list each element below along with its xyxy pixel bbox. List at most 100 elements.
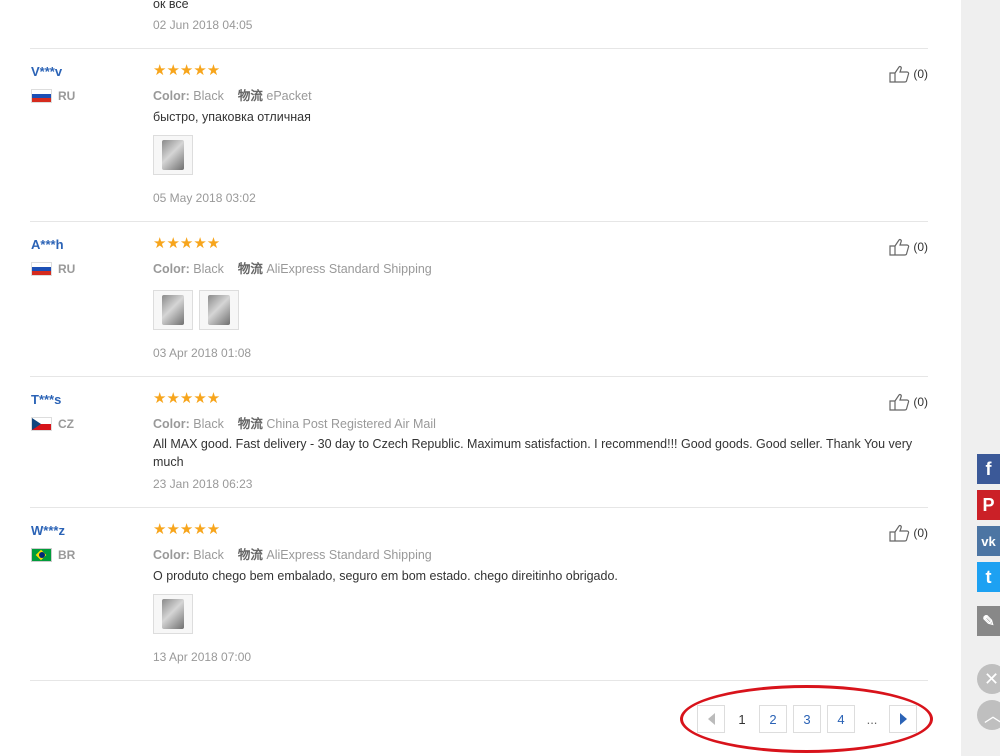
country-code: RU	[58, 89, 76, 103]
shipping-value: AliExpress Standard Shipping	[266, 262, 432, 276]
pinterest-icon: P	[982, 494, 995, 515]
review-attributes: Color: Black 物流 AliExpress Standard Shipp…	[153, 258, 432, 277]
review-text: All MAX good. Fast delivery - 30 day to …	[153, 437, 913, 469]
thumbs-up-icon	[889, 525, 910, 542]
color-value: Black	[193, 262, 224, 276]
page-link-2[interactable]: 2	[759, 705, 787, 733]
helpful-count: (0)	[913, 526, 928, 540]
rating-stars: ★★★★★	[153, 521, 221, 538]
shipping-value: ePacket	[266, 89, 312, 103]
review-attributes: Color: Black 物流 AliExpress Standard Shipp…	[153, 544, 432, 563]
thumbs-up-icon	[889, 66, 910, 83]
color-label: Color:	[153, 417, 190, 431]
color-label: Color:	[153, 548, 190, 562]
scroll-top-button[interactable]: ︿	[977, 700, 1000, 730]
helpful-count: (0)	[913, 67, 928, 81]
photo-icon	[162, 140, 184, 170]
facebook-icon: f	[985, 458, 992, 479]
photo-icon	[162, 295, 184, 325]
rating-stars: ★★★★★	[153, 62, 221, 79]
review-item: T***s CZ ★★★★★ Color: Black 物流 China Post…	[30, 377, 928, 508]
review-image-thumb[interactable]	[153, 594, 193, 634]
reviewer-country: RU	[31, 262, 75, 276]
country-code: CZ	[58, 417, 74, 431]
shipping-label: 物流	[237, 262, 263, 276]
pagination: 1 2 3 4 ...	[697, 705, 917, 733]
page-link-3[interactable]: 3	[793, 705, 821, 733]
helpful-count: (0)	[913, 240, 928, 254]
chevron-up-icon: ︿	[984, 702, 1000, 728]
shipping-value: AliExpress Standard Shipping	[266, 548, 432, 562]
country-code: RU	[58, 262, 76, 276]
rating-stars: ★★★★★	[153, 235, 221, 252]
page-ellipsis: ...	[861, 705, 883, 733]
edit-button[interactable]: ✎	[977, 606, 1000, 636]
review-date: 02 Jun 2018 04:05	[153, 18, 253, 32]
shipping-label: 物流	[237, 89, 263, 103]
shipping-label: 物流	[237, 548, 263, 562]
color-label: Color:	[153, 262, 190, 276]
review-attributes: Color: Black 物流 China Post Registered Air…	[153, 413, 436, 432]
shipping-label: 物流	[237, 417, 263, 431]
thumbs-up-icon	[889, 239, 910, 256]
reviewer-country: RU	[31, 89, 75, 103]
flag-ru-icon	[31, 89, 52, 103]
right-side-panel	[961, 0, 1000, 756]
review-attributes: Color: Black 物流 ePacket	[153, 85, 312, 104]
review-images	[153, 290, 239, 330]
review-date: 23 Jan 2018 06:23	[153, 477, 253, 491]
reviewer-name[interactable]: W***z	[31, 523, 65, 538]
helpful-button[interactable]: (0)	[889, 524, 928, 542]
review-images	[153, 594, 193, 634]
review-text: быстро, упаковка отличная	[153, 110, 311, 124]
prev-page-button[interactable]	[697, 705, 725, 733]
flag-cz-icon	[31, 417, 52, 431]
reviewer-name[interactable]: A***h	[31, 237, 64, 252]
color-value: Black	[193, 89, 224, 103]
review-item: A***h RU ★★★★★ Color: Black 物流 AliExpress…	[30, 222, 928, 377]
review-date: 03 Apr 2018 01:08	[153, 346, 252, 360]
page-current: 1	[731, 705, 753, 733]
review-text: O produto chego bem embalado, seguro em …	[153, 569, 618, 583]
color-value: Black	[193, 548, 224, 562]
pencil-icon: ✎	[982, 613, 995, 630]
review-image-thumb[interactable]	[153, 290, 193, 330]
close-button[interactable]: ✕	[977, 664, 1000, 694]
photo-icon	[162, 599, 184, 629]
review-text: ок все	[153, 0, 189, 11]
review-image-thumb[interactable]	[199, 290, 239, 330]
reviewer-country: BR	[31, 548, 75, 562]
flag-ru-icon	[31, 262, 52, 276]
review-images	[153, 135, 193, 175]
reviewer-name[interactable]: V***v	[31, 64, 62, 79]
flag-br-icon	[31, 548, 52, 562]
rating-stars: ★★★★★	[153, 390, 221, 407]
review-image-thumb[interactable]	[153, 135, 193, 175]
helpful-count: (0)	[913, 395, 928, 409]
twitter-share-button[interactable]: t	[977, 562, 1000, 592]
reviewer-country: CZ	[31, 417, 74, 431]
helpful-button[interactable]: (0)	[889, 238, 928, 256]
review-item: V***v RU ★★★★★ Color: Black 物流 ePacket бы…	[30, 49, 928, 222]
review-date: 05 May 2018 03:02	[153, 191, 256, 205]
review-date: 13 Apr 2018 07:00	[153, 650, 252, 664]
pinterest-share-button[interactable]: P	[977, 490, 1000, 520]
helpful-button[interactable]: (0)	[889, 393, 928, 411]
chevron-right-icon	[899, 713, 907, 725]
facebook-share-button[interactable]: f	[977, 454, 1000, 484]
reviewer-name[interactable]: T***s	[31, 392, 61, 407]
vk-icon: vk	[981, 533, 996, 549]
color-value: Black	[193, 417, 224, 431]
chevron-left-icon	[707, 713, 715, 725]
helpful-button[interactable]: (0)	[889, 65, 928, 83]
shipping-value: China Post Registered Air Mail	[266, 417, 436, 431]
next-page-button[interactable]	[889, 705, 917, 733]
review-item: W***z BR ★★★★★ Color: Black 物流 AliExpress…	[30, 508, 928, 681]
photo-icon	[208, 295, 230, 325]
twitter-icon: t	[985, 566, 992, 587]
vk-share-button[interactable]: vk	[977, 526, 1000, 556]
page-link-4[interactable]: 4	[827, 705, 855, 733]
close-icon: ✕	[984, 668, 1000, 689]
thumbs-up-icon	[889, 394, 910, 411]
country-code: BR	[58, 548, 76, 562]
